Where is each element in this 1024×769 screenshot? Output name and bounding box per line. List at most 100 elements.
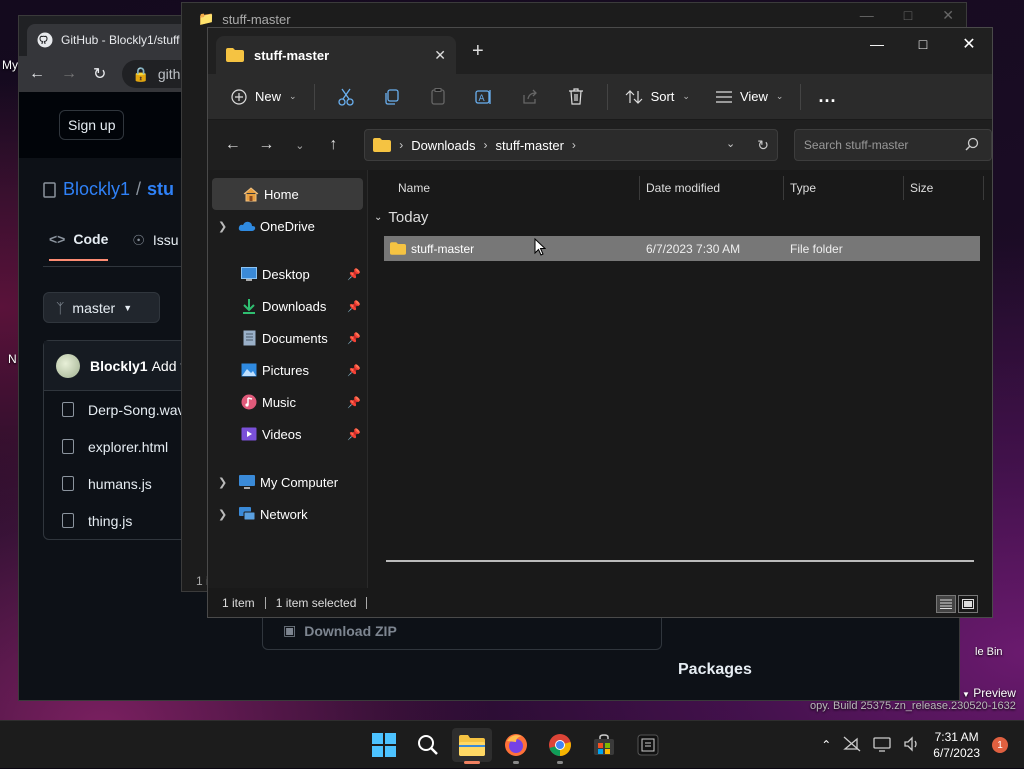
- chevron-right-icon[interactable]: ›: [399, 138, 403, 152]
- share-icon[interactable]: [515, 80, 545, 114]
- cut-icon[interactable]: [331, 80, 361, 114]
- sidebar-item-music[interactable]: Music 📌: [208, 386, 367, 418]
- sidebar-item-network[interactable]: ❯ Network: [208, 498, 367, 530]
- tiles-view-icon[interactable]: [958, 595, 978, 613]
- repo-name-link[interactable]: stu: [147, 179, 174, 200]
- pin-icon[interactable]: 📌: [347, 364, 361, 377]
- address-bar[interactable]: › Downloads › stuff-master › ⌄ ↻: [364, 129, 778, 161]
- horizontal-scrollbar[interactable]: [386, 560, 974, 562]
- breadcrumb-downloads[interactable]: Downloads: [411, 138, 475, 153]
- show-hidden-icons-chevron-icon[interactable]: ⌃: [821, 738, 831, 752]
- file-link[interactable]: Derp-Song.wav: [88, 402, 185, 418]
- sidebar-item-desktop[interactable]: Desktop 📌: [208, 258, 367, 290]
- pin-icon[interactable]: 📌: [347, 300, 361, 313]
- taskbar-file-explorer[interactable]: [452, 728, 492, 764]
- tab-code[interactable]: <> Code: [49, 231, 109, 261]
- tab-issues[interactable]: ☉ Issu: [132, 231, 178, 261]
- file-link[interactable]: explorer.html: [88, 439, 168, 455]
- pin-icon[interactable]: 📌: [347, 268, 361, 281]
- file-link[interactable]: thing.js: [88, 513, 132, 529]
- column-header-date[interactable]: Date modified: [646, 181, 720, 195]
- branch-select-button[interactable]: ᛉ master ▼: [43, 292, 160, 323]
- start-button[interactable]: [364, 728, 404, 762]
- sidebar-item-onedrive[interactable]: ❯ OneDrive: [208, 210, 367, 242]
- forward-arrow-icon[interactable]: →: [61, 65, 77, 83]
- new-tab-icon[interactable]: +: [472, 40, 484, 63]
- expand-chevron-icon[interactable]: ❯: [218, 220, 234, 233]
- explorer-tab[interactable]: stuff-master ✕: [216, 36, 456, 74]
- search-button[interactable]: [408, 728, 448, 762]
- more-options-button[interactable]: ...: [809, 80, 845, 114]
- commit-author[interactable]: Blockly1: [90, 358, 148, 374]
- delete-icon[interactable]: [561, 80, 591, 114]
- file-row-selected[interactable]: stuff-master 6/7/2023 7:30 AM File folde…: [384, 236, 980, 261]
- column-header-type[interactable]: Type: [790, 181, 816, 195]
- rename-icon[interactable]: A: [469, 80, 499, 114]
- repo-owner-link[interactable]: Blockly1: [63, 179, 130, 200]
- sort-button[interactable]: Sort ⌄: [616, 80, 699, 114]
- taskbar-chrome[interactable]: [540, 728, 580, 764]
- back-arrow-icon[interactable]: ←: [218, 130, 248, 160]
- pin-icon[interactable]: 📌: [347, 332, 361, 345]
- taskbar-store[interactable]: [584, 728, 624, 762]
- close-window-icon[interactable]: ✕: [946, 28, 992, 60]
- display-icon[interactable]: [873, 736, 891, 755]
- notification-badge[interactable]: 1: [992, 737, 1008, 753]
- view-button[interactable]: View ⌄: [707, 80, 793, 114]
- network-disconnected-icon[interactable]: [843, 736, 861, 755]
- sidebar-item-downloads[interactable]: Downloads 📌: [208, 290, 367, 322]
- column-divider[interactable]: [903, 176, 904, 200]
- sign-up-button[interactable]: Sign up: [59, 110, 125, 140]
- details-view-icon[interactable]: [936, 595, 956, 613]
- pin-icon[interactable]: 📌: [347, 396, 361, 409]
- column-divider[interactable]: [783, 176, 784, 200]
- chrome-tab[interactable]: GitHub - Blockly1/stuff: [27, 24, 197, 56]
- sidebar-item-pictures[interactable]: Pictures 📌: [208, 354, 367, 386]
- expand-chevron-icon[interactable]: ❯: [218, 476, 234, 489]
- close-icon[interactable]: ✕: [942, 7, 954, 24]
- avatar[interactable]: [56, 353, 80, 378]
- file-link[interactable]: humans.js: [88, 476, 152, 492]
- new-button[interactable]: New ⌄: [222, 80, 306, 114]
- column-divider[interactable]: [639, 176, 640, 200]
- sidebar-item-videos[interactable]: Videos 📌: [208, 418, 367, 450]
- minimize-icon[interactable]: —: [860, 7, 874, 24]
- list-item[interactable]: humans.js: [44, 465, 202, 502]
- recent-locations-chevron-icon[interactable]: ⌄: [285, 130, 315, 160]
- chevron-right-icon[interactable]: ›: [572, 138, 576, 152]
- up-arrow-icon[interactable]: ↑: [319, 130, 349, 160]
- pin-icon[interactable]: 📌: [347, 428, 361, 441]
- close-tab-icon[interactable]: ✕: [434, 47, 446, 64]
- desktop-icon-label[interactable]: N: [8, 352, 17, 366]
- column-header-name[interactable]: Name: [398, 181, 430, 195]
- sidebar-item-documents[interactable]: Documents 📌: [208, 322, 367, 354]
- list-item[interactable]: thing.js: [44, 502, 202, 539]
- search-input[interactable]: Search stuff-master: [793, 129, 993, 161]
- list-item[interactable]: explorer.html: [44, 428, 202, 465]
- recycle-bin-label[interactable]: le Bin: [975, 646, 1003, 658]
- paste-icon[interactable]: [423, 80, 453, 114]
- maximize-icon[interactable]: □: [900, 28, 946, 60]
- address-dropdown-icon[interactable]: ⌄: [726, 137, 735, 154]
- back-arrow-icon[interactable]: ←: [29, 65, 45, 83]
- taskbar-firefox[interactable]: [496, 728, 536, 764]
- scroll-down-icon[interactable]: ▼: [962, 690, 970, 699]
- volume-icon[interactable]: [903, 735, 921, 755]
- chevron-right-icon[interactable]: ›: [484, 138, 488, 152]
- clock[interactable]: 7:31 AM 6/7/2023: [933, 729, 980, 761]
- breadcrumb-stuff-master[interactable]: stuff-master: [496, 138, 564, 153]
- copy-icon[interactable]: [377, 80, 407, 114]
- column-divider[interactable]: [983, 176, 984, 200]
- desktop-icon-label[interactable]: My: [2, 58, 18, 72]
- maximize-icon[interactable]: □: [904, 7, 912, 24]
- sidebar-item-home[interactable]: Home: [212, 178, 363, 210]
- minimize-icon[interactable]: —: [854, 28, 900, 60]
- forward-arrow-icon[interactable]: →: [252, 130, 282, 160]
- sidebar-item-my-computer[interactable]: ❯ My Computer: [208, 466, 367, 498]
- group-header-today[interactable]: ⌄ Today: [374, 209, 428, 226]
- refresh-icon[interactable]: ↻: [757, 137, 769, 154]
- reload-icon[interactable]: ↻: [93, 64, 106, 84]
- list-item[interactable]: Derp-Song.wav: [44, 391, 202, 428]
- taskbar-terminal-app[interactable]: [628, 728, 668, 762]
- expand-chevron-icon[interactable]: ❯: [218, 508, 234, 521]
